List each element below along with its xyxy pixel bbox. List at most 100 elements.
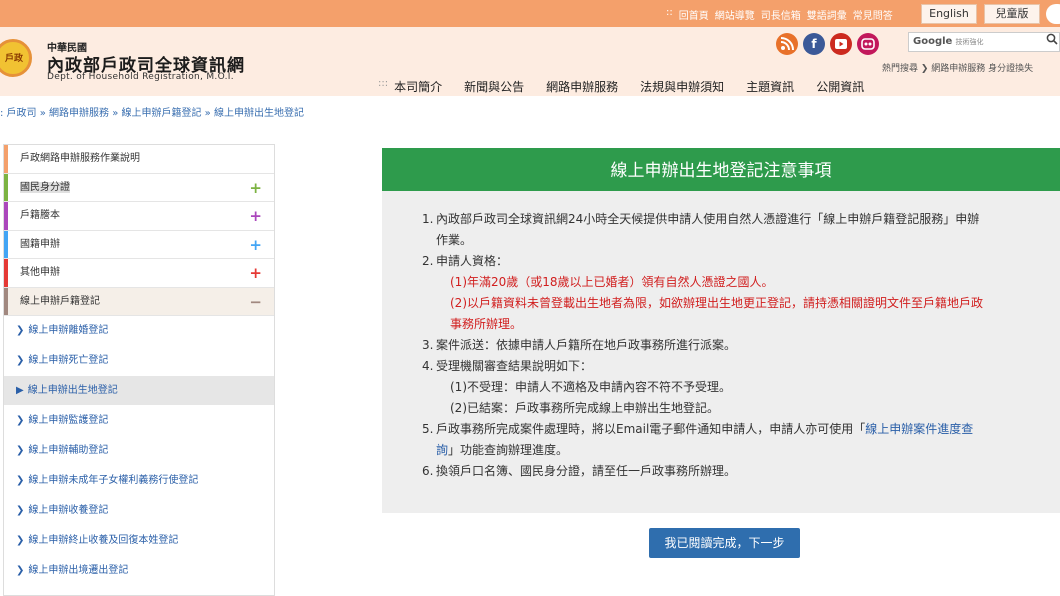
sidebar-item-guardianship[interactable]: ❯ 線上申辦監護登記: [4, 406, 274, 436]
sidebar-item-divorce[interactable]: ❯ 線上申辦離婚登記: [4, 316, 274, 346]
breadcrumb[interactable]: : 戶政司 » 網路申辦服務 » 線上申辦戶籍登記 » 線上申辦出生地登記: [0, 104, 304, 119]
item-text: 」功能查詢辦理進度。: [448, 443, 569, 457]
main-navigation: ::: 本司簡介 新聞與公告 網路申辦服務 法規與申辦須知 主題資訊 公開資訊: [378, 78, 886, 95]
link-mailbox[interactable]: 司長信箱: [761, 7, 801, 22]
item-text: 戶政事務所完成案件處理時，將以Email電子郵件通知申請人，申請人亦可使用「: [436, 422, 866, 436]
item-text: 申請人資格：: [436, 254, 509, 268]
notice-item-1: 1. 內政部戶政司全球資訊網24小時全天候提供申請人使用自然人憑證進行「線上申辦戶…: [422, 209, 1036, 230]
category-label: 國民身分證: [20, 181, 70, 193]
search-input[interactable]: Google 技術強化: [908, 32, 1060, 52]
sidebar-item-label: 線上申辦監護登記: [28, 415, 109, 426]
expand-plus-icon[interactable]: +: [249, 202, 262, 230]
sidebar-category-household-registration[interactable]: 線上申辦戶籍登記 −: [4, 287, 274, 316]
utility-links: :: 回首頁 網站導覽 司長信箱 雙語詞彙 常見問答: [666, 7, 893, 22]
link-faq[interactable]: 常見問答: [853, 7, 893, 22]
nav-topics[interactable]: 主題資訊: [746, 78, 794, 95]
expand-plus-icon[interactable]: +: [249, 174, 262, 202]
chevron-right-icon: ❯: [16, 355, 25, 366]
notice-panel: 1. 內政部戶政司全球資訊網24小時全天候提供申請人使用自然人憑證進行「線上申辦戶…: [382, 191, 1060, 513]
sidebar-item-assistance[interactable]: ❯ 線上申辦輔助登記: [4, 436, 274, 466]
sidebar-item-adoption[interactable]: ❯ 線上申辦收養登記: [4, 496, 274, 526]
hot-search-links[interactable]: 熱門搜尋 ❯ 網路申辦服務 身分證換失: [882, 61, 1033, 74]
search-icon[interactable]: [1046, 33, 1058, 49]
notice-item-2a: (1)年滿20歲（或18歲以上已婚者）領有自然人憑證之國人。: [450, 275, 774, 289]
sidebar: 戶政網路申辦服務作業說明 國民身分證 + 戶籍謄本 + 國籍申辦 + 其他申辦 …: [3, 144, 275, 596]
item-text: 換領戶口名簿、國民身分證，請至任一戶政事務所辦理。: [436, 464, 737, 478]
top-bar: :: 回首頁 網站導覽 司長信箱 雙語詞彙 常見問答 English 兒童版: [0, 0, 1060, 27]
category-label: 戶籍謄本: [20, 210, 60, 221]
category-color-bar: [4, 173, 8, 201]
category-color-bar: [4, 230, 8, 258]
logo-emblem-icon[interactable]: 戶政: [0, 39, 32, 77]
sidebar-category-id-card[interactable]: 國民身分證 +: [4, 173, 274, 202]
progress-query-link[interactable]: 線上申辦案件進度查: [865, 422, 973, 436]
sidebar-item-birthplace[interactable]: ▶ 線上申辦出生地登記: [4, 376, 274, 406]
sidebar-item-label: 線上申辦出境遷出登記: [28, 565, 129, 576]
site-english-title: Dept. of Household Registration, M.O.I.: [47, 72, 234, 82]
expand-plus-icon[interactable]: +: [249, 259, 262, 287]
sidebar-category-other[interactable]: 其他申辦 +: [4, 259, 274, 288]
sidebar-category-instructions[interactable]: 戶政網路申辦服務作業說明: [4, 145, 274, 174]
notice-item-5: 5. 戶政事務所完成案件處理時，將以Email電子郵件通知申請人，申請人亦可使用「…: [422, 419, 1036, 440]
collapse-minus-icon[interactable]: −: [249, 288, 262, 316]
item-number: 3.: [422, 338, 434, 352]
chevron-right-icon: ❯: [16, 445, 25, 456]
category-color-bar: [4, 259, 8, 287]
category-label: 戶政網路申辦服務作業說明: [20, 153, 140, 164]
item-text: 內政部戶政司全球資訊網24小時全天候提供申請人使用自然人憑證進行「線上申辦戶籍登…: [436, 212, 980, 226]
sidebar-item-end-adoption[interactable]: ❯ 線上申辦終止收養及回復本姓登記: [4, 526, 274, 556]
nav-about[interactable]: 本司簡介: [394, 78, 442, 95]
sidebar-item-label: 線上申辦未成年子女權利義務行使登記: [28, 475, 199, 486]
item-number: 1.: [422, 212, 434, 226]
notice-item-2: 2. 申請人資格：: [422, 251, 1036, 272]
notice-item-3: 3. 案件派送：依據申請人戶籍所在地戶政事務所進行派案。: [422, 335, 1036, 356]
sidebar-item-label: 線上申辦收養登記: [28, 505, 109, 516]
category-label: 線上申辦戶籍登記: [20, 295, 100, 307]
link-sitemap[interactable]: 網站導覽: [715, 7, 755, 22]
notice-item-1-cont: 作業。: [436, 233, 473, 247]
notice-item-2b-cont: 事務所辦理。: [450, 317, 523, 331]
sidebar-item-minor-rights[interactable]: ❯ 線上申辦未成年子女權利義務行使登記: [4, 466, 274, 496]
item-number: 2.: [422, 254, 434, 268]
sidebar-category-nationality[interactable]: 國籍申辦 +: [4, 230, 274, 259]
accessibility-icon[interactable]: [1046, 4, 1060, 24]
youtube-icon[interactable]: [830, 33, 852, 55]
nav-regulations[interactable]: 法規與申辦須知: [640, 78, 724, 95]
link-home[interactable]: 回首頁: [679, 7, 709, 22]
sidebar-category-transcript[interactable]: 戶籍謄本 +: [4, 202, 274, 231]
notice-item-4b: (2)已結案：戶政事務所完成線上申辦出生地登記。: [450, 401, 719, 415]
nav-news[interactable]: 新聞與公告: [464, 78, 524, 95]
flickr-icon[interactable]: [857, 33, 879, 55]
category-label: 其他申辦: [20, 267, 60, 278]
sidebar-item-label: 線上申辦離婚登記: [28, 325, 109, 336]
expand-plus-icon[interactable]: +: [249, 231, 262, 259]
nav-online-services[interactable]: 網路申辦服務: [546, 78, 618, 95]
chevron-right-icon: ❯: [16, 565, 25, 576]
nav-public-info[interactable]: 公開資訊: [816, 78, 864, 95]
search-brand: Google: [913, 36, 953, 47]
notice-item-2b: (2)以戶籍資料未曾登載出生地者為限，如欲辦理出生地更正登記，請持憑相關證明文件…: [450, 296, 984, 310]
item-text: 受理機關審查結果說明如下：: [436, 359, 593, 373]
site-header: 戶政 中華民國 內政部戶政司全球資訊網 Dept. of Household R…: [0, 27, 1060, 96]
item-text: 案件派送：依據申請人戶籍所在地戶政事務所進行派案。: [436, 338, 737, 352]
next-step-button[interactable]: 我已閱讀完成，下一步: [649, 528, 800, 558]
category-color-bar: [4, 145, 8, 173]
chevron-right-icon: ❯: [16, 325, 25, 336]
sidebar-item-emigration[interactable]: ❯ 線上申辦出境遷出登記: [4, 556, 274, 586]
page-title: 線上申辦出生地登記注意事項: [382, 148, 1060, 191]
rss-icon[interactable]: [776, 33, 798, 55]
sidebar-item-label: 線上申辦出生地登記: [27, 385, 118, 396]
item-number: 5.: [422, 422, 434, 436]
separator: ::: [666, 7, 673, 18]
caret-right-icon: ▶: [16, 385, 24, 396]
kids-version-button[interactable]: 兒童版: [984, 4, 1040, 24]
category-label: 國籍申辦: [20, 238, 60, 250]
english-button[interactable]: English: [921, 4, 977, 24]
category-color-bar: [4, 287, 8, 315]
progress-query-link-cont[interactable]: 詢: [436, 443, 448, 457]
facebook-icon[interactable]: f: [803, 33, 825, 55]
item-number: 6.: [422, 464, 434, 478]
sidebar-item-death[interactable]: ❯ 線上申辦死亡登記: [4, 346, 274, 376]
sidebar-item-label: 線上申辦終止收養及回復本姓登記: [28, 535, 179, 546]
link-glossary[interactable]: 雙語詞彙: [807, 7, 847, 22]
